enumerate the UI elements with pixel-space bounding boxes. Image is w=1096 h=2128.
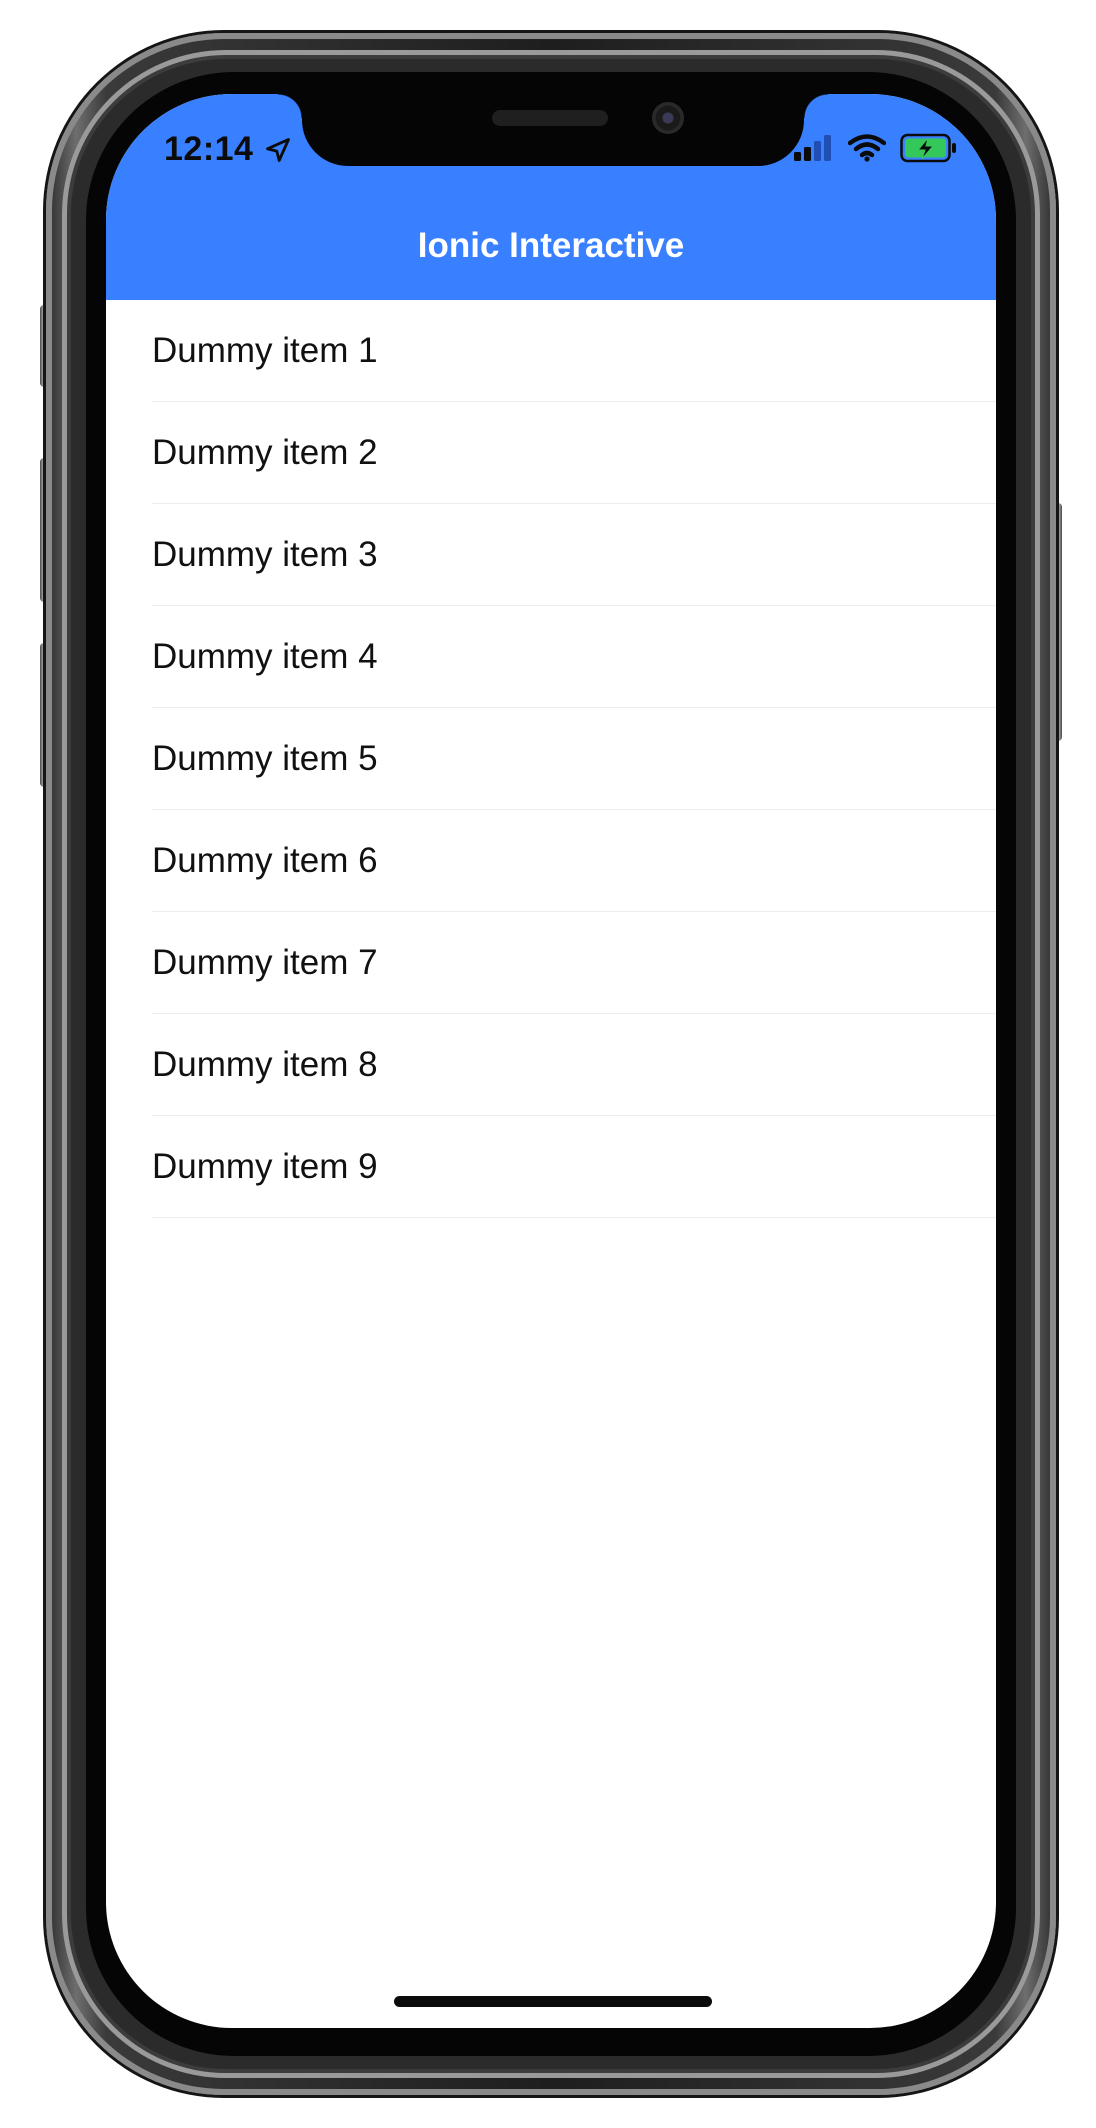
list-item[interactable]: Dummy item 2 <box>152 402 996 504</box>
list-item-label: Dummy item 5 <box>152 738 378 778</box>
speaker-grille <box>492 110 608 126</box>
wifi-icon <box>848 134 886 162</box>
cellular-signal-icon <box>794 135 831 161</box>
list-item[interactable]: Dummy item 9 <box>152 1116 996 1218</box>
list-item[interactable]: Dummy item 7 <box>152 912 996 1014</box>
status-indicators <box>794 132 958 164</box>
list-item[interactable]: Dummy item 3 <box>152 504 996 606</box>
list-item-label: Dummy item 6 <box>152 840 378 880</box>
list-item-label: Dummy item 8 <box>152 1044 378 1084</box>
dummy-list: Dummy item 1 Dummy item 2 Dummy item 3 D… <box>106 300 996 1218</box>
list-item[interactable]: Dummy item 1 <box>152 300 996 402</box>
list-item[interactable]: Dummy item 5 <box>152 708 996 810</box>
location-arrow-icon <box>266 138 290 162</box>
list-item[interactable]: Dummy item 6 <box>152 810 996 912</box>
list-item-label: Dummy item 2 <box>152 432 378 472</box>
app-screen: 12:14 Ionic Interactive Dummy item 1 Dum… <box>106 94 996 2028</box>
battery-charging-icon <box>900 133 956 163</box>
front-camera <box>652 102 684 134</box>
home-indicator[interactable] <box>394 1996 712 2007</box>
list-item[interactable]: Dummy item 4 <box>152 606 996 708</box>
list-item-label: Dummy item 4 <box>152 636 378 676</box>
list-item-label: Dummy item 7 <box>152 942 378 982</box>
device-notch <box>278 94 828 166</box>
list-item-label: Dummy item 1 <box>152 330 378 370</box>
page-title: Ionic Interactive <box>417 226 685 265</box>
app-header: 12:14 Ionic Interactive <box>106 94 996 300</box>
list-item[interactable]: Dummy item 8 <box>152 1014 996 1116</box>
list-item-label: Dummy item 3 <box>152 534 378 574</box>
list-item-label: Dummy item 9 <box>152 1146 378 1186</box>
status-time: 12:14 <box>164 130 254 168</box>
stage: 12:14 Ionic Interactive Dummy item 1 Dum… <box>0 0 1096 2128</box>
